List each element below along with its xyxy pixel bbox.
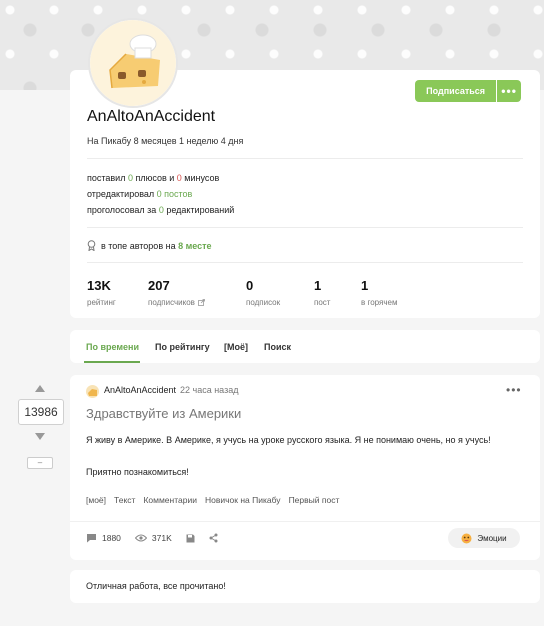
tag[interactable]: Новичок на Пикабу <box>205 495 281 505</box>
downvote-button[interactable] <box>18 429 62 443</box>
share-button[interactable] <box>209 533 218 543</box>
activity-pluses-minuses: поставил 0 плюсов и 0 минусов <box>87 173 220 183</box>
post-menu-icon[interactable]: ••• <box>506 383 522 397</box>
profile-card: Подписаться ••• AnAltoAnAccident На Пика… <box>70 18 540 318</box>
tag[interactable]: [моё] <box>86 495 106 505</box>
profile-username: AnAltoAnAccident <box>87 108 216 125</box>
post-tags: [моё] Текст Комментарии Новичок на Пикаб… <box>86 495 339 505</box>
external-link-icon <box>198 299 205 306</box>
divider <box>87 262 523 263</box>
vote-column: 13986 <box>18 381 64 443</box>
minus-button[interactable]: – <box>27 457 53 469</box>
post-title[interactable]: Здравствуйте из Америки <box>86 406 241 421</box>
tag[interactable]: Комментарии <box>143 495 197 505</box>
active-tab-indicator <box>84 361 140 363</box>
tab-mine[interactable]: [Моё] <box>224 342 248 352</box>
stat-subscriptions: 0 подписок <box>246 278 281 307</box>
arrow-down-icon <box>35 432 45 440</box>
tag[interactable]: Первый пост <box>289 495 340 505</box>
post-author-avatar[interactable] <box>86 385 99 398</box>
sort-tabs: По времени По рейтингу [Моё] Поиск <box>70 330 540 363</box>
save-icon <box>186 534 195 542</box>
activity-voted: проголосовал за 0 редактирований <box>87 205 235 215</box>
post-rating: 13986 <box>18 399 64 425</box>
arrow-up-icon <box>35 384 45 392</box>
comments-button[interactable]: 1880 <box>86 533 121 543</box>
upvote-button[interactable] <box>18 381 62 395</box>
more-options-icon[interactable]: ••• <box>496 80 521 102</box>
comment-card: Отличная работа, все прочитано! <box>70 570 540 603</box>
share-icon <box>209 533 218 543</box>
divider <box>87 158 523 159</box>
tag[interactable]: Текст <box>114 495 135 505</box>
top-authors-rank: в топе авторов на 8 месте <box>87 240 212 251</box>
emotions-button[interactable]: Эмоции <box>448 528 520 548</box>
stat-rating: 13K рейтинг <box>87 278 116 307</box>
save-button[interactable] <box>186 534 195 543</box>
post-actions: 1880 371K <box>86 533 232 543</box>
medal-icon <box>87 240 96 251</box>
post-text: Я живу в Америке. В Америке, я учусь на … <box>86 435 491 445</box>
activity-edited: отредактировал 0 постов <box>87 189 193 199</box>
stat-subscribers[interactable]: 207 подписчиков <box>148 278 205 307</box>
divider <box>87 227 523 228</box>
post-time: 22 часа назад <box>180 385 239 395</box>
comment-text: Отличная работа, все прочитано! <box>86 581 226 591</box>
subscribe-label: Подписаться <box>426 86 486 96</box>
eye-icon <box>134 534 147 542</box>
tab-search[interactable]: Поиск <box>264 342 291 352</box>
emoji-face-icon <box>461 533 472 543</box>
profile-avatar[interactable] <box>88 18 178 108</box>
post-card: AnAltoAnAccident 22 часа назад ••• Здрав… <box>70 375 540 560</box>
tab-by-time[interactable]: По времени <box>86 342 139 352</box>
stat-posts: 1 пост <box>314 278 331 307</box>
subscribe-button[interactable]: Подписаться ••• <box>415 80 521 102</box>
post-text: Приятно познакомиться! <box>86 467 189 477</box>
divider <box>70 521 540 522</box>
post-author[interactable]: AnAltoAnAccident <box>104 385 176 395</box>
views-count: 371K <box>134 533 172 543</box>
comment-icon <box>87 534 96 543</box>
stat-hot: 1 в горячем <box>361 278 398 307</box>
tab-by-rating[interactable]: По рейтингу <box>155 342 210 352</box>
profile-since: На Пикабу 8 месяцев 1 неделю 4 дня <box>87 136 244 146</box>
